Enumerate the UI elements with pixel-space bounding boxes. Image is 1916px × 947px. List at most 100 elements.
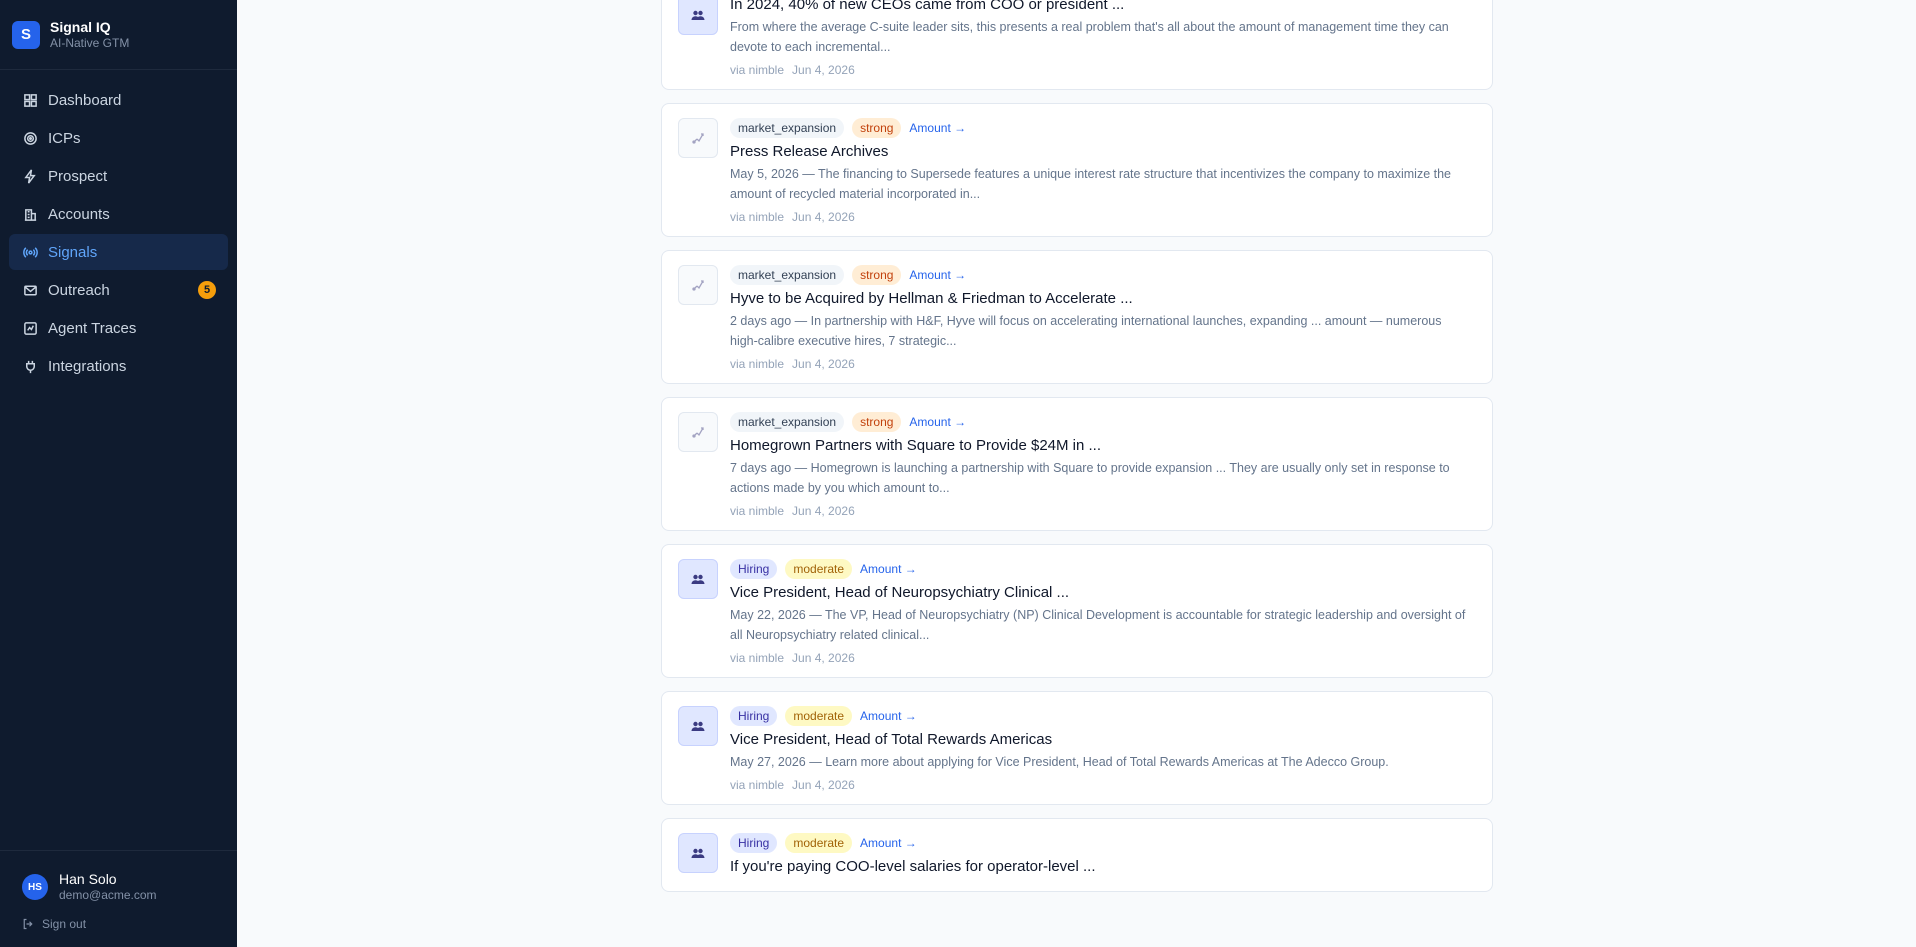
signal-meta: via nimble Jun 4, 2026 xyxy=(730,357,1472,371)
brand-logo: S xyxy=(12,20,40,49)
signal-snippet: 7 days ago — Homegrown is launching a pa… xyxy=(730,461,1450,495)
signal-meta: via nimble Jun 4, 2026 xyxy=(730,651,1472,665)
signal-title[interactable]: Vice President, Head of Neuropsychiatry … xyxy=(730,583,1472,603)
signal-strength-tag: strong xyxy=(852,412,902,432)
signal-title[interactable]: Homegrown Partners with Square to Provid… xyxy=(730,436,1472,456)
avatar: HS xyxy=(22,874,48,900)
signal-card[interactable]: market_expansion strong Amount → Press Rele… xyxy=(661,103,1493,237)
signal-strength-tag: moderate xyxy=(785,706,853,726)
signal-tags: Hiring moderate Amount → xyxy=(730,833,1472,853)
sidebar-item-accounts[interactable]: Accounts xyxy=(9,196,228,232)
signal-card[interactable]: Hiring moderate Amount → Vice President, He… xyxy=(661,691,1493,805)
signal-title[interactable]: Hyve to be Acquired by Hellman & Friedma… xyxy=(730,289,1472,309)
amount-link[interactable]: Amount → xyxy=(860,836,917,850)
signal-tags: market_expansion strong Amount → xyxy=(730,412,1472,432)
signal-date: Jun 4, 2026 xyxy=(792,210,855,224)
sidebar-item-integrations[interactable]: Integrations xyxy=(9,348,228,384)
signal-meta: via nimble Jun 4, 2026 xyxy=(730,210,1472,224)
signal-snippet: May 22, 2026 — The VP, Head of Neuropsyc… xyxy=(730,608,1466,642)
signal-date: Jun 4, 2026 xyxy=(792,504,855,518)
sidebar: S Signal IQ AI-Native GTM Dashboard ICPs P… xyxy=(0,0,237,947)
expansion-icon xyxy=(678,412,718,452)
user-name: Han Solo xyxy=(59,871,117,887)
sidebar-item-label: Dashboard xyxy=(48,91,122,109)
brand-name: Signal IQ xyxy=(50,18,111,35)
people-icon xyxy=(678,559,718,599)
signal-snippet: May 27, 2026 — Learn more about applying… xyxy=(730,755,1389,769)
signal-card[interactable]: market_expansion strong Amount → Hyve to be… xyxy=(661,250,1493,384)
people-icon xyxy=(678,0,718,35)
signal-source: via nimble xyxy=(730,504,785,518)
sign-out-button[interactable]: Sign out xyxy=(22,917,225,931)
signal-category-tag: Hiring xyxy=(730,559,778,579)
people-icon xyxy=(678,833,718,873)
expansion-icon xyxy=(678,265,718,305)
amount-link[interactable]: Amount → xyxy=(909,415,966,429)
signal-strength-tag: moderate xyxy=(785,833,853,853)
signal-title[interactable]: Vice President, Head of Total Rewards Am… xyxy=(730,730,1472,750)
trace-icon xyxy=(22,320,38,336)
sidebar-item-dashboard[interactable]: Dashboard xyxy=(9,82,228,118)
signal-strength-tag: moderate xyxy=(785,559,853,579)
amount-link[interactable]: Amount → xyxy=(909,121,966,135)
signal-date: Jun 4, 2026 xyxy=(792,63,855,77)
signal-snippet: May 5, 2026 — The financing to Supersede… xyxy=(730,167,1451,201)
signal-date: Jun 4, 2026 xyxy=(792,357,855,371)
sidebar-item-label: Agent Traces xyxy=(48,319,137,337)
mail-icon xyxy=(22,282,38,298)
plug-icon xyxy=(22,358,38,374)
main-nav: Dashboard ICPs Prospect Accounts Signals Outr… xyxy=(0,70,237,850)
sidebar-item-label: Signals xyxy=(48,243,98,261)
sign-out-icon xyxy=(23,918,33,930)
amount-link[interactable]: Amount → xyxy=(909,268,966,282)
amount-link[interactable]: Amount → xyxy=(860,709,917,723)
signal-tags: Hiring moderate Amount → xyxy=(730,706,1472,726)
sidebar-item-label: Integrations xyxy=(48,357,127,375)
broadcast-icon xyxy=(22,244,38,260)
signal-source: via nimble xyxy=(730,63,785,77)
signal-source: via nimble xyxy=(730,357,785,371)
signal-card[interactable]: Hiring moderate Amount → If you're paying C… xyxy=(661,818,1493,892)
signal-source: via nimble xyxy=(730,778,785,792)
signal-title[interactable]: In 2024, 40% of new CEOs came from COO o… xyxy=(730,0,1472,15)
signal-category-tag: market_expansion xyxy=(730,265,845,285)
grid-icon xyxy=(22,92,38,108)
building-icon xyxy=(22,206,38,222)
signal-meta: via nimble Jun 4, 2026 xyxy=(730,778,1472,792)
sidebar-item-label: Outreach xyxy=(48,281,110,299)
outreach-count-badge: 5 xyxy=(198,281,216,299)
signal-source: via nimble xyxy=(730,210,785,224)
signal-meta: via nimble Jun 4, 2026 xyxy=(730,504,1472,518)
signal-strength-tag: strong xyxy=(852,265,902,285)
sidebar-item-icps[interactable]: ICPs xyxy=(9,120,228,156)
expansion-icon xyxy=(678,118,718,158)
sidebar-item-prospect[interactable]: Prospect xyxy=(9,158,228,194)
signal-snippet: 2 days ago — In partnership with H&F, Hy… xyxy=(730,314,1442,348)
signal-tags: Hiring moderate Amount → xyxy=(730,559,1472,579)
signal-tags: market_expansion strong Amount → xyxy=(730,118,1472,138)
signal-card[interactable]: Hiring moderate Amount → Vice President, He… xyxy=(661,544,1493,678)
people-icon xyxy=(678,706,718,746)
signal-category-tag: Hiring xyxy=(730,706,778,726)
signal-title[interactable]: If you're paying COO-level salaries for … xyxy=(730,857,1472,877)
signal-strength-tag: strong xyxy=(852,118,902,138)
brand[interactable]: S Signal IQ AI-Native GTM xyxy=(0,0,237,70)
signal-category-tag: Hiring xyxy=(730,833,778,853)
signal-title[interactable]: Press Release Archives xyxy=(730,142,1472,162)
sidebar-item-label: ICPs xyxy=(48,129,81,147)
user-profile[interactable]: HS Han Solo demo@acme.com xyxy=(22,871,225,903)
user-email: demo@acme.com xyxy=(59,888,157,902)
signal-source: via nimble xyxy=(730,651,785,665)
sidebar-item-signals[interactable]: Signals xyxy=(9,234,228,270)
signal-tags: market_expansion strong Amount → xyxy=(730,265,1472,285)
sidebar-item-label: Prospect xyxy=(48,167,108,185)
signal-meta: via nimble Jun 4, 2026 xyxy=(730,63,1472,77)
sidebar-item-agent-traces[interactable]: Agent Traces xyxy=(9,310,228,346)
signal-card[interactable]: In 2024, 40% of new CEOs came from COO o… xyxy=(661,0,1493,90)
user-block: HS Han Solo demo@acme.com Sign out xyxy=(0,850,237,947)
amount-link[interactable]: Amount → xyxy=(860,562,917,576)
signal-date: Jun 4, 2026 xyxy=(792,651,855,665)
signal-card[interactable]: market_expansion strong Amount → Homegrown … xyxy=(661,397,1493,531)
signal-category-tag: market_expansion xyxy=(730,412,845,432)
sidebar-item-outreach[interactable]: Outreach 5 xyxy=(9,272,228,308)
